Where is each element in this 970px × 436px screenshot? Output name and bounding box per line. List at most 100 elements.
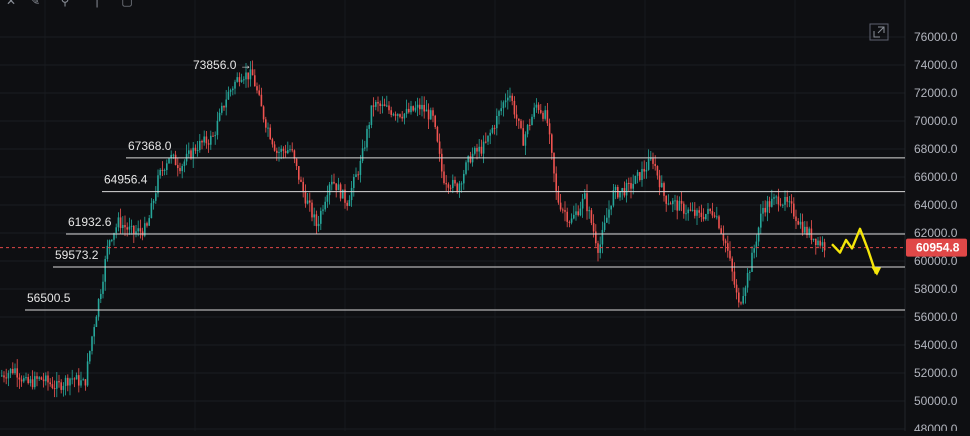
candle-body	[452, 179, 454, 189]
y-tick-label: 76000.0	[914, 30, 958, 44]
candle-body	[436, 127, 439, 142]
candle-body	[746, 272, 749, 288]
candle-body	[203, 136, 205, 143]
level-label: 56500.5	[27, 291, 71, 305]
candle-body	[456, 183, 458, 193]
candle-body	[663, 183, 665, 196]
candle-body	[579, 208, 582, 216]
candle-body	[753, 248, 755, 253]
candle-body	[166, 163, 168, 171]
candle-body	[289, 149, 291, 151]
candle-body	[487, 135, 489, 142]
measure-icon[interactable]: ⚲	[58, 0, 72, 8]
peak-label: 73856.0 →	[193, 58, 252, 72]
candle-body	[766, 201, 769, 213]
line-tool-icon[interactable]: |	[90, 0, 104, 8]
candle-body	[474, 147, 476, 154]
candle-body	[306, 200, 309, 204]
price-chart[interactable]: 76000.0 74000.0 72000.0 70000.0 68000.0 66000…	[0, 0, 970, 436]
candle-body	[641, 168, 643, 180]
candle-body	[678, 200, 681, 211]
candle-body	[73, 378, 76, 380]
candle-body	[515, 114, 518, 119]
candle-body	[67, 377, 69, 386]
candle-body	[254, 75, 256, 87]
candle-body	[588, 210, 590, 212]
candle-body	[333, 181, 335, 184]
candle-body	[322, 209, 324, 211]
candle-body	[804, 226, 806, 233]
candle-body	[762, 207, 764, 214]
fullscreen-button[interactable]	[869, 23, 889, 41]
chart-canvas[interactable]: 76000.0 74000.0 72000.0 70000.0 68000.0 66000…	[0, 0, 970, 436]
candle-body	[625, 182, 628, 196]
candle-body	[416, 104, 419, 108]
candle-body	[214, 135, 216, 137]
candle-body	[383, 104, 386, 106]
candle-body	[507, 97, 509, 101]
candle-body	[709, 208, 711, 212]
candle-body	[355, 174, 357, 177]
candle-body	[84, 379, 87, 386]
candle-body	[357, 174, 359, 176]
candle-body	[544, 110, 546, 119]
candle-body	[130, 225, 133, 227]
candle-body	[397, 114, 399, 116]
candle-body	[168, 158, 170, 164]
candle-body	[423, 104, 425, 112]
candle-body	[414, 107, 417, 111]
candle-body	[815, 238, 817, 246]
candle-body	[62, 385, 65, 390]
candle-body	[564, 210, 566, 212]
candle-body	[56, 381, 58, 389]
candle-body	[592, 222, 595, 232]
cursor-icon[interactable]: ✕	[4, 0, 18, 8]
candle-body	[100, 293, 102, 299]
candle-body	[328, 184, 331, 196]
candle-body	[386, 105, 388, 107]
candle-body	[694, 209, 696, 216]
candle-body	[421, 104, 423, 110]
candle-body	[680, 200, 683, 204]
candle-body	[9, 368, 12, 374]
candle-body	[432, 110, 434, 116]
candle-body	[410, 106, 412, 113]
candle-body	[636, 172, 639, 176]
candle-body	[777, 196, 780, 205]
candle-body	[122, 225, 124, 229]
fullscreen-icon	[869, 23, 889, 41]
candle-body	[768, 201, 771, 207]
candle-body	[104, 259, 106, 282]
candle-body	[12, 368, 14, 374]
candle-body	[742, 296, 744, 304]
candle-body	[361, 148, 364, 161]
candle-body	[491, 127, 494, 133]
candle-body	[335, 183, 337, 191]
candle-body	[647, 158, 650, 170]
y-tick-label: 66000.0	[914, 170, 958, 184]
level-label: 59573.2	[55, 248, 99, 262]
y-tick-label: 70000.0	[914, 114, 958, 128]
candle-body	[45, 375, 47, 382]
candle-body	[216, 120, 219, 136]
candle-body	[359, 160, 362, 175]
candle-body	[683, 203, 685, 214]
candle-body	[823, 242, 826, 251]
candle-body	[128, 226, 131, 230]
candle-body	[628, 182, 630, 184]
candle-body	[174, 154, 177, 166]
candle-body	[656, 166, 659, 176]
candle-body	[658, 175, 661, 188]
candle-body	[71, 378, 73, 380]
candle-body	[496, 115, 498, 129]
candle-body	[581, 198, 584, 209]
trash-icon[interactable]: ▢	[120, 0, 134, 8]
candle-body	[441, 153, 443, 172]
candle-body	[738, 292, 740, 303]
brush-icon[interactable]: ✎	[28, 0, 42, 8]
candle-body	[790, 201, 793, 204]
candle-body	[234, 81, 236, 89]
candle-body	[493, 127, 496, 129]
candle-body	[31, 379, 34, 388]
candle-body	[485, 141, 487, 143]
